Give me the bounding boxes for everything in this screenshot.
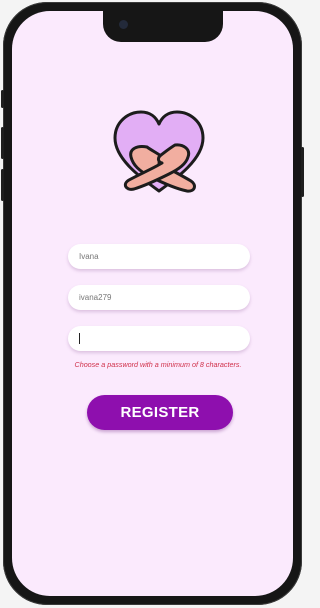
front-camera	[119, 20, 128, 29]
register-button[interactable]: REGISTER	[87, 395, 233, 430]
password-field[interactable]	[68, 326, 250, 351]
username-input[interactable]	[79, 285, 239, 310]
username-field[interactable]	[68, 285, 250, 310]
heart-hug-icon	[113, 110, 205, 193]
password-hint: Choose a password with a minimum of 8 ch…	[74, 360, 242, 369]
power-button	[301, 147, 304, 197]
phone-frame: Choose a password with a minimum of 8 ch…	[1, 2, 304, 605]
text-cursor	[79, 333, 80, 344]
notch	[103, 11, 223, 42]
volume-down-button	[1, 169, 4, 201]
name-field[interactable]	[68, 244, 250, 269]
name-input[interactable]	[79, 244, 239, 269]
password-input[interactable]	[79, 326, 239, 351]
silent-switch	[1, 90, 4, 108]
app-screen: Choose a password with a minimum of 8 ch…	[12, 11, 293, 596]
volume-up-button	[1, 127, 4, 159]
